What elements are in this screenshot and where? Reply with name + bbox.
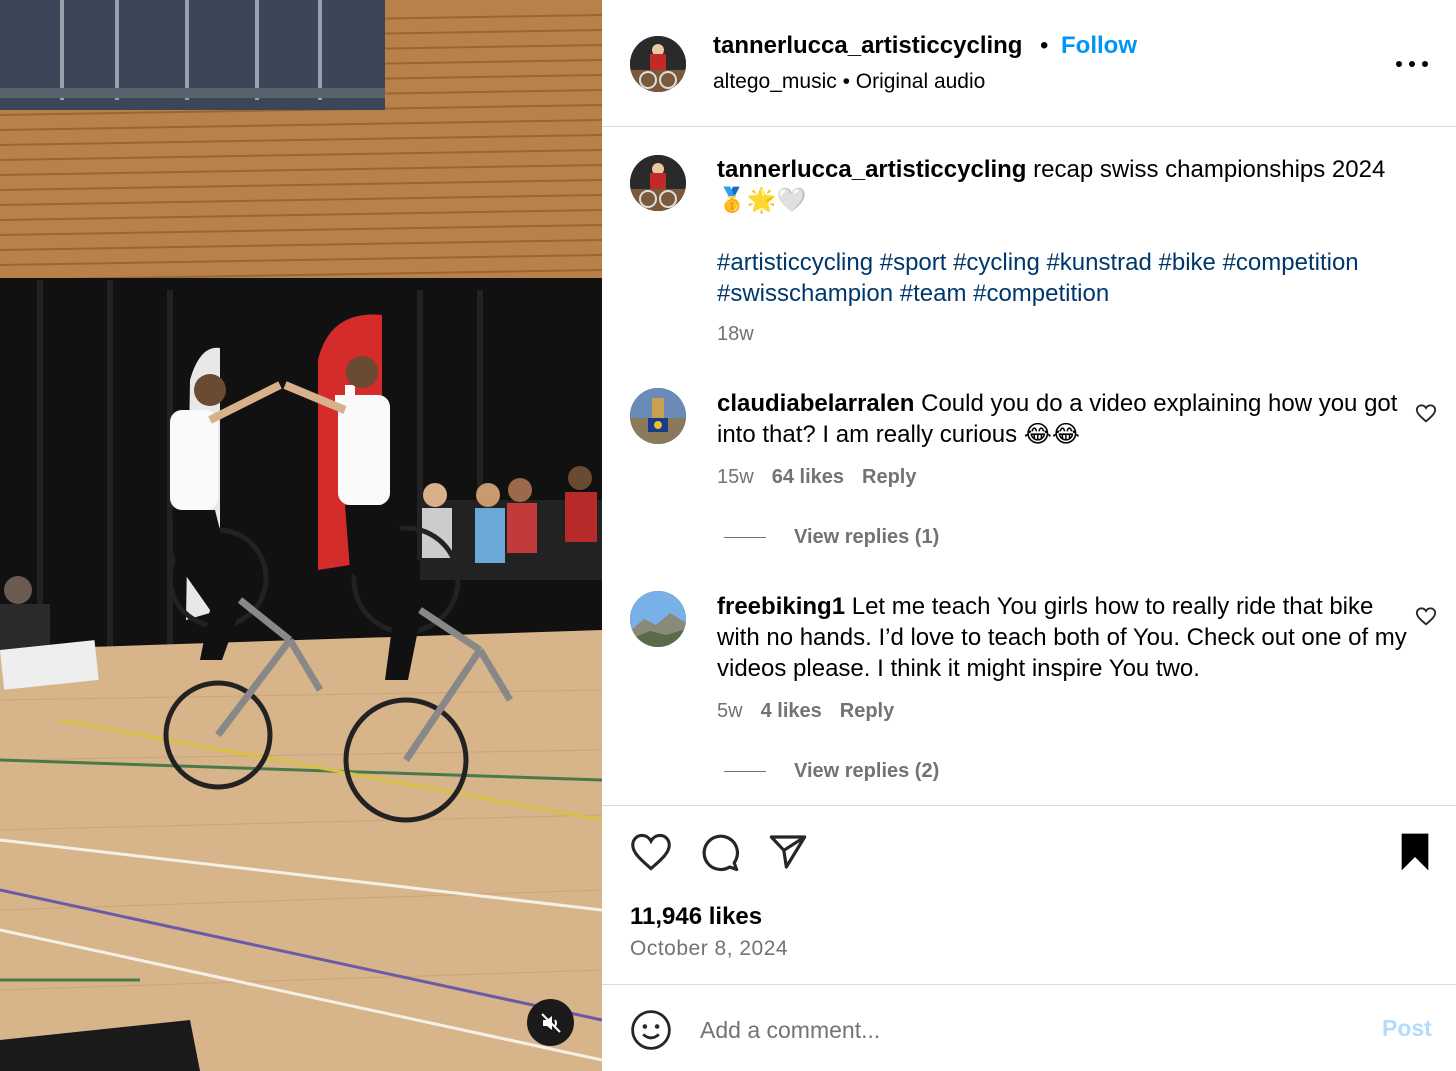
post-video[interactable] [0,0,602,1071]
reply-button[interactable]: Reply [840,700,894,722]
comment-likes[interactable]: 4 likes [761,700,822,722]
commenter-avatar[interactable] [630,388,686,444]
author-username[interactable]: tannerlucca_artisticcycling [713,32,1022,60]
view-replies-button[interactable]: View replies (2) [724,760,939,783]
audio-attribution[interactable]: altego_music • Original audio [713,70,985,94]
post-details-panel: tannerlucca_artisticcycling • Follow alt… [602,0,1456,1071]
view-replies-label: View replies (2) [794,760,940,782]
heart-icon[interactable] [630,832,672,877]
muted-speaker-icon [540,1012,561,1033]
follow-button[interactable]: Follow [1061,32,1137,60]
comment-like-icon[interactable] [1415,606,1437,633]
reply-button[interactable]: Reply [862,466,916,488]
commenter-avatar[interactable] [630,591,686,647]
likes-count[interactable]: 11,946 likes [630,903,762,931]
comment-bubble-icon[interactable] [700,832,740,877]
caption-age: 18w [717,323,754,345]
comment-age: 5w [717,700,743,722]
view-replies-button[interactable]: View replies (1) [724,526,939,549]
comment-input[interactable] [700,1013,1360,1047]
paper-plane-icon[interactable] [768,832,808,877]
comment-like-icon[interactable] [1415,403,1437,430]
emoji-icon[interactable] [630,1009,672,1056]
caption-hashtags[interactable]: #artisticcycling #sport #cycling #kunstr… [717,247,1417,309]
comments-list[interactable]: tannerlucca_artisticcycling recap swiss … [602,127,1456,805]
mute-button[interactable] [527,999,574,1046]
view-replies-label: View replies (1) [794,526,940,548]
comment-likes[interactable]: 64 likes [772,466,844,488]
comment-username[interactable]: claudiabelarralen [717,390,914,417]
caption-emojis: 🥇🌟🤍 [717,187,807,214]
post-date: October 8, 2024 [630,937,789,960]
author-avatar[interactable] [630,36,686,92]
comment-composer: Post [602,985,1456,1071]
caption-author-avatar[interactable] [630,155,686,211]
comment-meta: 15w 64 likes Reply [717,466,916,489]
post-comment-button[interactable]: Post [1382,1015,1432,1042]
comment-username[interactable]: freebiking1 [717,593,845,620]
more-options-icon[interactable] [1396,56,1428,72]
post-header: tannerlucca_artisticcycling • Follow alt… [602,0,1456,127]
comment-age: 15w [717,466,754,488]
post-actions: 11,946 likes October 8, 2024 [602,805,1456,985]
comment-item: claudiabelarralen Could you do a video e… [717,388,1417,450]
bookmark-icon[interactable] [1398,832,1432,877]
video-frame [0,0,602,1071]
header-separator: • [1040,32,1049,59]
comment-meta: 5w 4 likes Reply [717,700,894,723]
caption-text: recap swiss championships 2024 [1026,156,1386,183]
comment-item: freebiking1 Let me teach You girls how t… [717,591,1417,684]
caption-username[interactable]: tannerlucca_artisticcycling [717,156,1026,183]
post-caption: tannerlucca_artisticcycling recap swiss … [717,154,1417,216]
replies-divider [724,537,766,538]
replies-divider [724,771,766,772]
